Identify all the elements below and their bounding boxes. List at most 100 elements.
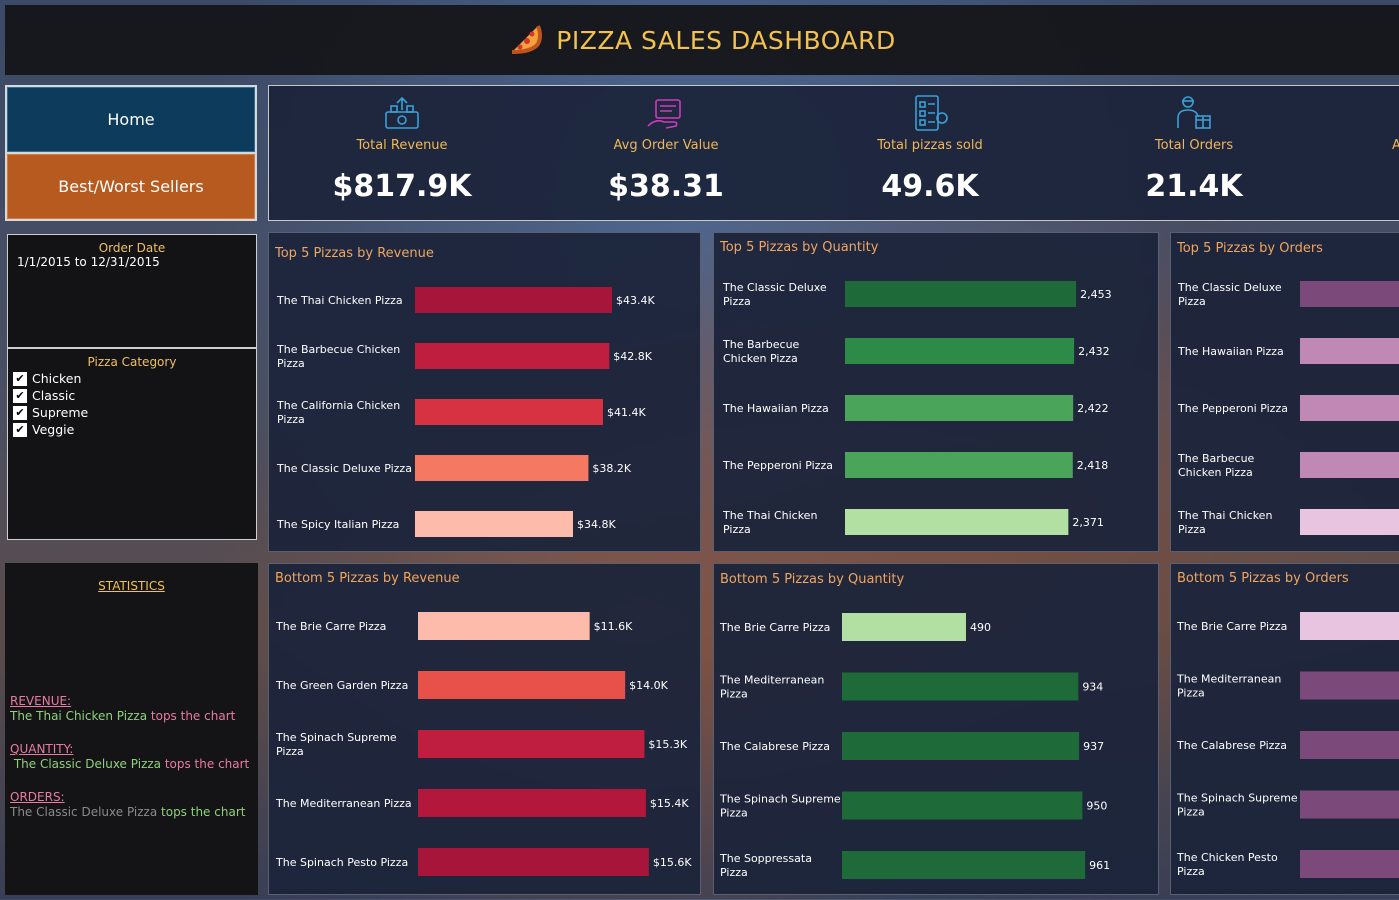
bar-chart-bottom-orders: The Brie Carre PizzaThe MediterraneanPiz… — [1176, 612, 1399, 878]
kpi-value: 49.6K — [881, 169, 979, 204]
checkbox-checked-icon[interactable]: ✔ — [13, 388, 27, 403]
checkbox-checked-icon[interactable]: ✔ — [13, 371, 27, 386]
bar[interactable] — [842, 732, 1080, 760]
bar[interactable] — [845, 338, 1075, 364]
stat-quantity-label: QUANTITY: — [10, 742, 74, 756]
bar[interactable] — [845, 281, 1077, 307]
bar[interactable] — [415, 287, 613, 313]
kpi-label: Total pizzas sold — [877, 138, 983, 153]
bar[interactable] — [1300, 452, 1399, 478]
data-label: 2,432 — [1078, 345, 1110, 358]
category-option-classic[interactable]: ✔ Classic — [13, 387, 256, 404]
pizzas-sold-icon — [800, 86, 1060, 132]
category-label: The Thai Chicken — [722, 509, 817, 522]
chart-top-orders: Top 5 Pizzas by Orders The Classic Delux… — [1170, 232, 1399, 552]
bar[interactable] — [418, 671, 626, 699]
bar[interactable] — [1300, 612, 1399, 640]
bar[interactable] — [415, 343, 610, 369]
checkbox-checked-icon[interactable]: ✔ — [13, 405, 27, 420]
statistics-panel: STATISTICS REVENUE: The Thai Chicken Piz… — [5, 563, 258, 895]
category-label: The Spinach Pesto Pizza — [275, 856, 408, 869]
category-label: The Spicy Italian Pizza — [276, 518, 399, 531]
category-label: The Barbecue — [1177, 452, 1255, 465]
bar-chart-top-revenue: The Thai Chicken Pizza $43.4K The Barbecue… — [276, 287, 656, 537]
bar[interactable] — [845, 452, 1073, 478]
data-label: 2,371 — [1072, 516, 1104, 529]
bar[interactable] — [1300, 395, 1399, 421]
bar[interactable] — [418, 789, 646, 817]
stat-orders-label: ORDERS: — [10, 790, 65, 804]
bar[interactable] — [415, 455, 589, 481]
data-label: 2,418 — [1077, 459, 1109, 472]
bar[interactable] — [418, 612, 590, 640]
chart-title: Top 5 Pizzas by Quantity — [720, 240, 879, 255]
kpi-label: Total Orders — [1154, 138, 1234, 153]
bar[interactable] — [1300, 671, 1399, 700]
category-label: The Barbecue Chicken — [276, 343, 400, 356]
category-label: The Mediterranean Pizza — [275, 797, 412, 810]
data-label: $14.0K — [629, 679, 668, 692]
bar[interactable] — [1300, 790, 1399, 819]
order-date-range[interactable]: 1/1/2015 to 12/31/2015 — [17, 255, 256, 269]
home-button[interactable]: Home — [7, 87, 255, 152]
pizza-category-title: Pizza Category — [87, 355, 177, 369]
chart-bottom-quantity: Bottom 5 Pizzas by Quantity The Brie Car… — [713, 563, 1159, 895]
bar[interactable] — [842, 851, 1086, 879]
bar[interactable] — [1300, 338, 1399, 364]
category-label: The Mediterranean — [719, 674, 824, 687]
data-label: $42.8K — [613, 350, 652, 363]
bar[interactable] — [418, 848, 649, 876]
category-label: Pizza — [723, 295, 751, 308]
chart-top-quantity: Top 5 Pizzas by Quantity The Classic Del… — [713, 232, 1159, 552]
category-label: The Chicken Pesto — [1176, 851, 1278, 864]
category-label: Pizza — [1177, 806, 1205, 819]
bar[interactable] — [842, 613, 966, 641]
bar[interactable] — [842, 672, 1079, 701]
bar[interactable] — [418, 730, 645, 758]
category-label: Veggie — [32, 422, 75, 437]
bar[interactable] — [845, 395, 1074, 421]
category-label: The Brie Carre Pizza — [1176, 620, 1287, 633]
bar[interactable] — [845, 509, 1069, 535]
category-label: Pizza — [723, 523, 751, 536]
kpi-label: Total Revenue — [356, 138, 448, 153]
bar[interactable] — [1300, 731, 1399, 759]
category-option-chicken[interactable]: ✔ Chicken — [13, 370, 256, 387]
category-label: The Hawaiian Pizza — [1177, 345, 1284, 358]
category-option-supreme[interactable]: ✔ Supreme — [13, 404, 256, 421]
checkbox-checked-icon[interactable]: ✔ — [13, 422, 27, 437]
bar[interactable] — [1300, 850, 1399, 878]
category-label: The Spinach Supreme — [275, 731, 397, 744]
data-label: $34.8K — [577, 518, 616, 531]
kpi-value: 21.4K — [1145, 169, 1243, 204]
data-label: 937 — [1083, 740, 1104, 753]
category-option-veggie[interactable]: ✔ Veggie — [13, 421, 256, 438]
bar[interactable] — [415, 399, 603, 425]
stat-orders-tail: tops the chart — [157, 805, 246, 819]
data-label: $41.4K — [607, 406, 646, 419]
chart-title: Bottom 5 Pizzas by Revenue — [275, 571, 460, 586]
category-label: The Thai Chicken — [1177, 509, 1272, 522]
category-label: Pizza — [720, 807, 748, 820]
category-label: The Barbecue — [722, 338, 800, 351]
data-label: $15.6K — [653, 856, 692, 869]
bar-chart-top-quantity: The Classic DeluxePizza2,453The Barbecue… — [722, 281, 1112, 536]
best-worst-sellers-button[interactable]: Best/Worst Sellers — [7, 154, 255, 219]
statistics-title: STATISTICS — [98, 579, 165, 593]
bar[interactable] — [1300, 509, 1399, 535]
bar[interactable] — [415, 511, 573, 537]
bar[interactable] — [842, 791, 1083, 820]
category-label: Pizza — [276, 745, 304, 758]
category-label: The Green Garden Pizza — [275, 679, 408, 692]
category-label: Supreme — [32, 405, 89, 420]
chart-title: Bottom 5 Pizzas by Quantity — [720, 572, 905, 587]
bar-chart-top-orders: The Classic DeluxePizzaThe Hawaiian Pizz… — [1177, 281, 1399, 536]
category-label: Classic — [32, 388, 76, 403]
stat-revenue-name: The Thai Chicken Pizza — [10, 709, 148, 723]
data-label: $43.4K — [616, 294, 655, 307]
order-date-filter[interactable]: Order Date 1/1/2015 to 12/31/2015 — [7, 234, 257, 348]
stat-revenue-tail: tops the chart — [147, 709, 236, 723]
stat-quantity-name: The Classic Deluxe Pizza — [10, 757, 162, 771]
bar[interactable] — [1300, 281, 1399, 307]
category-label: Chicken Pizza — [1178, 466, 1253, 479]
